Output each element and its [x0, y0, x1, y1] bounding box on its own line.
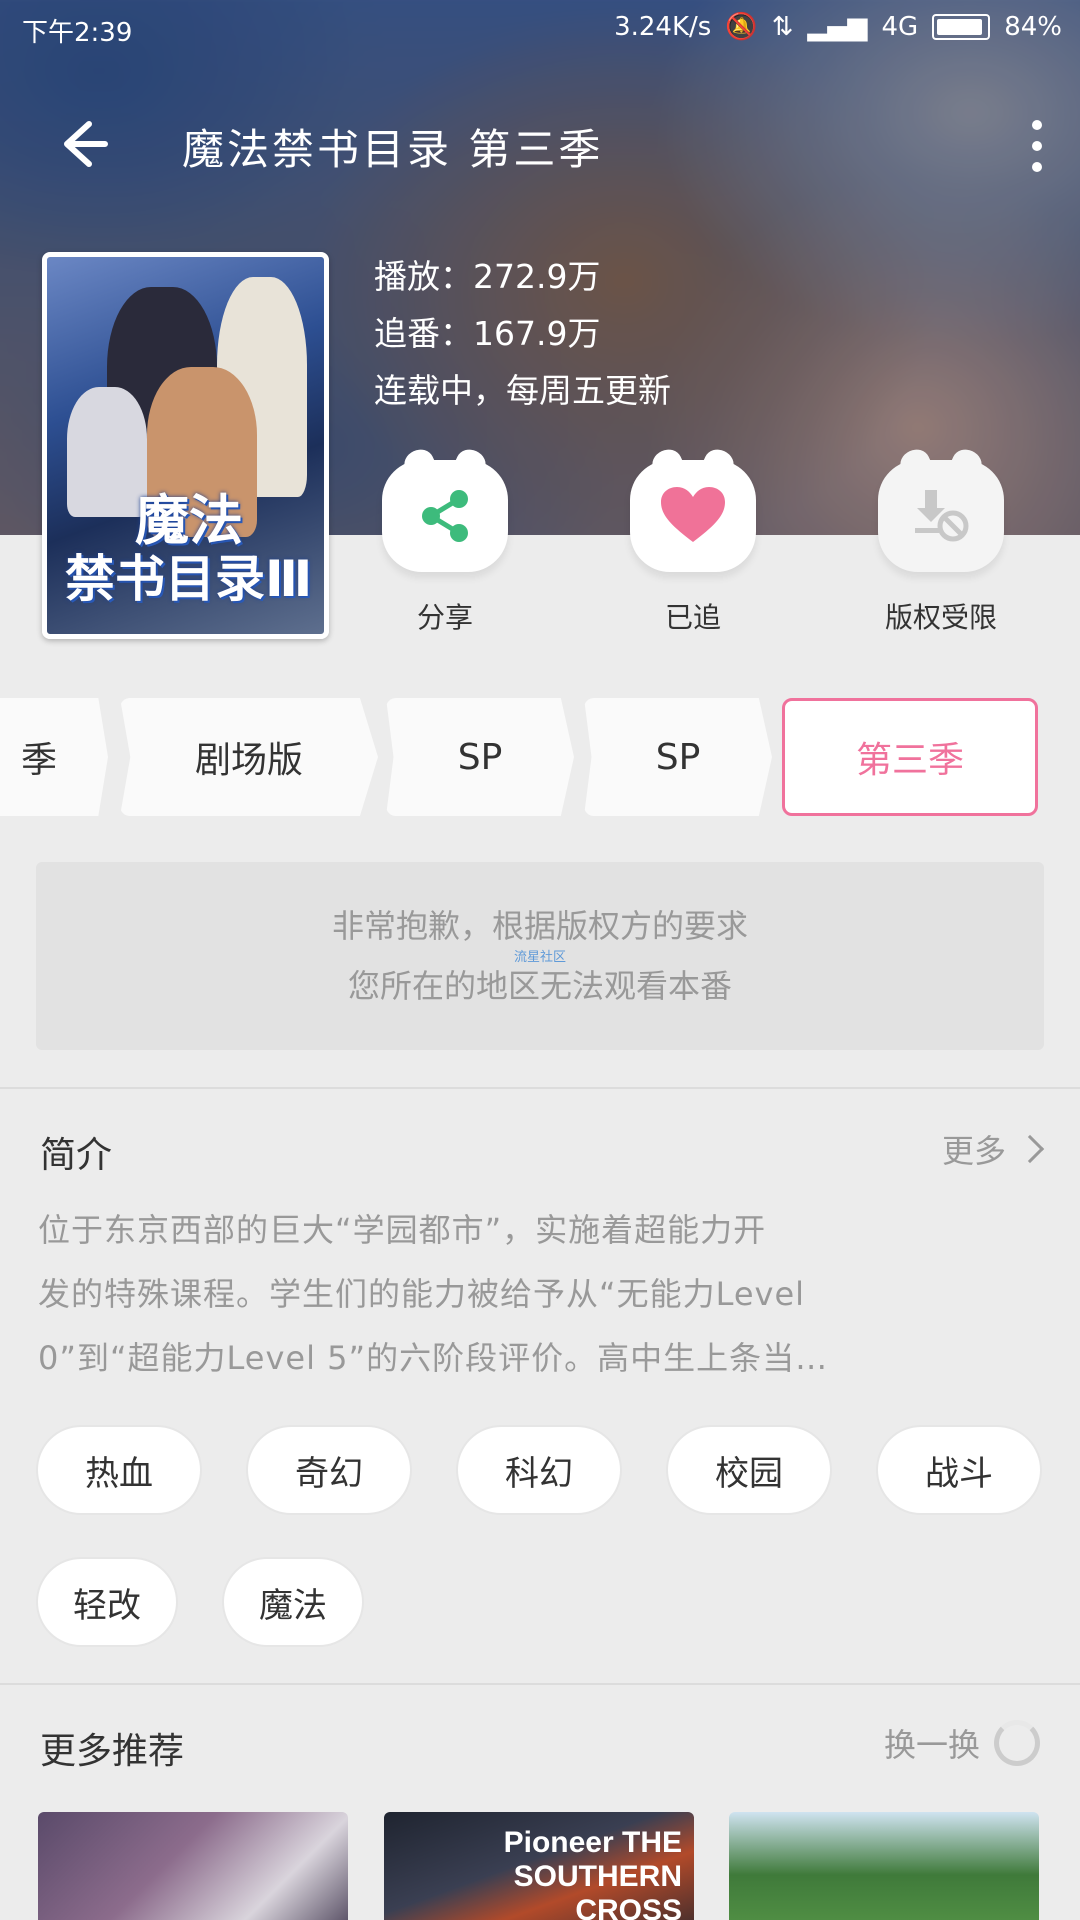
season-tabs: 季 剧场版 SP SP 第三季	[0, 698, 1080, 818]
data-arrows-icon: ⇅	[771, 12, 794, 42]
tag-scifi[interactable]: 科幻	[456, 1425, 622, 1515]
download-restricted-button[interactable]: 版权受限	[856, 460, 1026, 636]
refresh-button[interactable]: 换一换	[884, 1720, 1040, 1766]
tag-magic[interactable]: 魔法	[222, 1557, 364, 1647]
share-button[interactable]: 分享	[360, 460, 530, 636]
recommend-title: 更多推荐	[40, 1731, 185, 1772]
tag-light-novel[interactable]: 轻改	[36, 1557, 178, 1647]
follow-count: 追番：167.9万	[374, 314, 601, 353]
tag-battle[interactable]: 战斗	[876, 1425, 1042, 1515]
intro-more-link[interactable]: 更多	[942, 1126, 1045, 1172]
chevron-right-icon	[1015, 1134, 1045, 1164]
refresh-icon	[994, 1720, 1040, 1766]
heart-icon	[661, 487, 725, 542]
tag-fantasy[interactable]: 奇幻	[246, 1425, 412, 1515]
battery-icon	[932, 14, 991, 40]
bell-off-icon: 🔕	[725, 12, 758, 42]
play-count: 播放：272.9万	[374, 257, 601, 296]
divider	[0, 1087, 1080, 1089]
signal-icon: ▂▄▆	[807, 12, 868, 42]
tag-school[interactable]: 校园	[666, 1425, 832, 1515]
cover-image: 魔法 禁书目录Ⅲ	[42, 252, 329, 639]
tab-sp-2[interactable]: SP	[584, 698, 772, 816]
recommend-card[interactable]	[38, 1812, 348, 1920]
back-arrow-icon[interactable]	[55, 116, 115, 176]
tab-season-prev[interactable]: 季	[0, 698, 108, 816]
cover-title: 魔法 禁书目录Ⅲ	[65, 489, 313, 609]
tab-movie[interactable]: 剧场版	[120, 698, 378, 816]
divider	[0, 1683, 1080, 1685]
network-speed: 3.24K/s	[614, 12, 712, 42]
recommend-card[interactable]: Pioneer THE SOUTHERN CROSS	[384, 1812, 694, 1920]
recommend-card[interactable]	[729, 1812, 1039, 1920]
page-title: 魔法禁书目录 第三季	[182, 125, 604, 174]
download-disabled-icon	[915, 490, 969, 542]
network-type: 4G	[881, 12, 919, 42]
recommend-card-overlay: Pioneer THE SOUTHERN CROSS	[503, 1826, 682, 1920]
intro-title: 简介	[40, 1135, 113, 1176]
stats: 播放：272.9万 追番：167.9万 连载中，每周五更新	[374, 248, 671, 419]
more-vert-icon[interactable]	[1022, 116, 1052, 176]
battery-level: 84%	[1004, 12, 1062, 42]
copyright-notice: 非常抱歉，根据版权方的要求 您所在的地区无法观看本番 流星社区	[36, 862, 1044, 1050]
update-status: 连载中，每周五更新	[374, 371, 671, 410]
status-bar: 下午2:39 3.24K/s 🔕 ⇅ ▂▄▆ 4G 84%	[0, 0, 1080, 58]
share-icon	[422, 490, 468, 542]
action-row: 分享 已追 版权受限	[360, 460, 1080, 640]
top-app-bar: 魔法禁书目录 第三季	[0, 100, 1080, 190]
follow-button[interactable]: 已追	[608, 460, 778, 636]
status-time: 下午2:39	[22, 18, 133, 48]
intro-description[interactable]: 位于东京西部的巨大“学园都市”，实施着超能力开 发的特殊课程。学生们的能力被给予…	[38, 1198, 1038, 1390]
tab-season-3[interactable]: 第三季	[782, 698, 1038, 816]
tab-sp-1[interactable]: SP	[386, 698, 574, 816]
watermark: 流星社区	[513, 950, 566, 965]
tag-hot-blood[interactable]: 热血	[36, 1425, 202, 1515]
